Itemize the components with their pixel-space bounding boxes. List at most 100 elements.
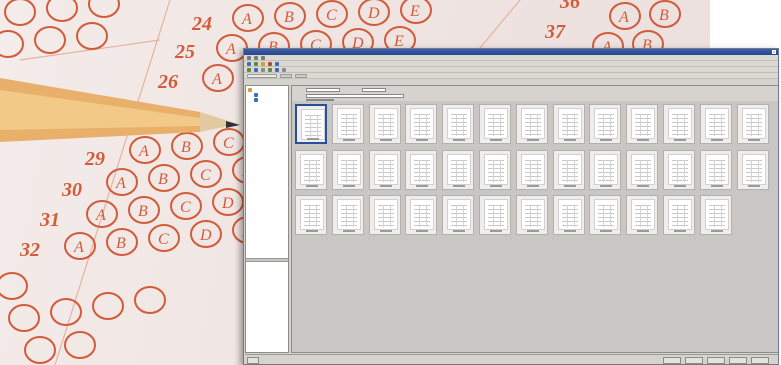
grid-icon[interactable] (261, 67, 265, 72)
answer-bubble (46, 0, 78, 22)
page-preview (484, 153, 508, 185)
folder-icon[interactable] (261, 61, 265, 66)
page-thumbnail[interactable] (663, 195, 695, 235)
page-thumbnail[interactable] (515, 149, 548, 190)
page-thumbnail[interactable] (552, 104, 585, 144)
bubble-letter: E (409, 3, 420, 20)
status-button[interactable] (663, 357, 681, 364)
bubble-letter: B (181, 139, 191, 156)
page-thumbnail[interactable] (589, 149, 622, 190)
question-number: 30 (61, 179, 82, 201)
page-thumbnail[interactable] (663, 104, 695, 144)
page-thumbnail[interactable] (626, 104, 659, 144)
question-number: 32 (19, 239, 40, 261)
bubble-letter: C (180, 199, 191, 216)
panel-splitter[interactable] (246, 258, 288, 262)
answer-bubble (8, 304, 40, 332)
bubble-letter: A (618, 9, 629, 26)
status-button[interactable] (247, 357, 259, 364)
page-thumbnail[interactable] (736, 149, 769, 190)
page-thumbnail[interactable] (405, 149, 438, 190)
settings-icon[interactable] (275, 61, 279, 66)
page-thumbnail[interactable] (663, 149, 695, 190)
question-number: 25 (174, 41, 195, 63)
form-field[interactable] (306, 88, 340, 92)
page-thumbnail[interactable] (699, 149, 732, 190)
thumbnail-caption (600, 230, 613, 232)
status-button[interactable] (685, 357, 703, 364)
page-thumbnail[interactable] (515, 195, 548, 235)
thumbnail-caption (342, 184, 355, 187)
thumbnail-caption (490, 184, 502, 187)
page-thumbnail[interactable] (479, 149, 511, 190)
tab-item[interactable] (280, 73, 292, 78)
page-thumbnail[interactable] (295, 149, 327, 190)
answer-bubble (134, 286, 166, 314)
form-field[interactable] (362, 88, 386, 92)
page-thumbnail[interactable] (589, 195, 622, 235)
tab-item[interactable] (295, 73, 307, 78)
answer-bubble (76, 22, 108, 50)
page-preview (594, 153, 619, 185)
page-preview (557, 108, 582, 139)
zoom-icon[interactable] (254, 67, 258, 72)
page-thumbnail[interactable] (479, 104, 511, 144)
page-thumbnail[interactable] (368, 195, 401, 235)
tab-strip (244, 73, 778, 79)
page-preview (373, 199, 398, 230)
status-button[interactable] (729, 357, 747, 364)
page-thumbnail[interactable] (405, 104, 438, 144)
stop-icon[interactable] (268, 61, 272, 66)
export-icon[interactable] (275, 67, 279, 72)
question-number: 31 (39, 209, 60, 231)
page-thumbnail[interactable] (626, 195, 659, 235)
page-thumbnail[interactable] (295, 195, 327, 235)
scan-icon[interactable] (247, 61, 251, 66)
menu-icon[interactable] (254, 55, 258, 60)
page-thumbnail[interactable] (331, 149, 364, 190)
menu-icon[interactable] (247, 55, 251, 60)
question-number: 37 (544, 21, 566, 43)
thumbnail-caption (307, 138, 319, 140)
page-thumbnail[interactable] (368, 104, 401, 144)
play-icon[interactable] (254, 61, 258, 66)
page-thumbnail[interactable] (405, 195, 438, 235)
page-thumbnail[interactable] (699, 195, 732, 235)
page-thumbnail[interactable] (736, 104, 769, 144)
page-thumbnail[interactable] (589, 104, 622, 144)
check-icon[interactable] (268, 67, 272, 72)
page-thumbnail[interactable] (331, 195, 364, 235)
thumbnail-caption (674, 184, 686, 187)
answer-bubble (92, 292, 124, 320)
page-preview (336, 199, 361, 230)
page-thumbnail[interactable] (295, 104, 327, 144)
page-preview (668, 108, 692, 139)
page-thumbnail[interactable] (331, 104, 364, 144)
thumbnail-grid (295, 104, 777, 284)
page-thumbnail[interactable] (442, 104, 475, 144)
close-icon[interactable] (772, 50, 776, 54)
status-button[interactable] (707, 357, 725, 364)
page-thumbnail[interactable] (552, 149, 585, 190)
page-preview (410, 199, 435, 230)
page-thumbnail[interactable] (552, 195, 585, 235)
page-thumbnail[interactable] (442, 195, 475, 235)
rotate-icon[interactable] (247, 67, 251, 72)
page-thumbnail[interactable] (626, 149, 659, 190)
print-icon[interactable] (282, 67, 286, 72)
form-field[interactable] (306, 99, 334, 101)
thumbnail-caption (674, 230, 686, 232)
thumbnail-caption (747, 184, 760, 187)
page-thumbnail[interactable] (515, 104, 548, 144)
form-field[interactable] (306, 94, 404, 98)
tree-node[interactable] (248, 98, 286, 103)
page-thumbnail[interactable] (699, 104, 732, 144)
form-row (292, 86, 778, 101)
page-thumbnail[interactable] (442, 149, 475, 190)
tab-item[interactable] (247, 73, 277, 78)
page-thumbnail[interactable] (479, 195, 511, 235)
status-button[interactable] (751, 357, 769, 364)
page-thumbnail[interactable] (368, 149, 401, 190)
menu-icon[interactable] (261, 55, 265, 60)
thumbnail-caption (416, 184, 429, 187)
